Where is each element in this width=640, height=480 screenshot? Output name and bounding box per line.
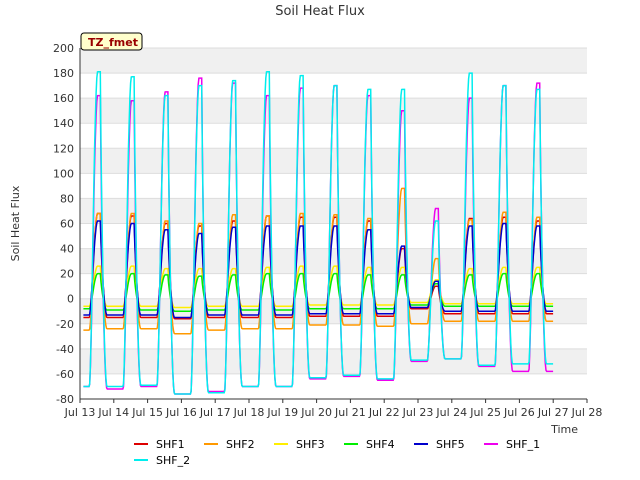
x-tick-label: Jul 24 xyxy=(435,406,467,419)
legend-label: SHF3 xyxy=(296,438,325,451)
y-tick-label: 60 xyxy=(60,218,74,231)
x-tick-label: Jul 19 xyxy=(266,406,298,419)
x-tick-label: Jul 23 xyxy=(402,406,434,419)
y-axis-ticks: -80 -60 -40 -20 0 20 40 60 80 100 120 140 160 180 200 xyxy=(53,42,74,406)
x-tick-label: Jul 14 xyxy=(97,406,129,419)
grid-band xyxy=(80,48,587,74)
x-tick-label: Jul 17 xyxy=(199,406,231,419)
y-tick-label: -80 xyxy=(56,393,74,406)
legend-label: SHF4 xyxy=(366,438,395,451)
x-tick-label: Jul 21 xyxy=(334,406,366,419)
site-badge-label: TZ_fmet xyxy=(88,36,138,49)
x-tick-label: Jul 25 xyxy=(469,406,501,419)
y-tick-label: -60 xyxy=(56,368,74,381)
legend-label: SHF_2 xyxy=(156,454,190,467)
legend-label: SHF5 xyxy=(436,438,465,451)
legend-item: SHF5 xyxy=(414,438,465,451)
y-tick-label: 200 xyxy=(53,42,74,55)
legend-label: SHF2 xyxy=(226,438,255,451)
x-tick-label: Jul 22 xyxy=(368,406,400,419)
legend: SHF1 SHF2 SHF3 SHF4 SHF5 SHF_1 SHF_2 xyxy=(134,438,540,467)
x-axis-label: Time xyxy=(550,423,578,436)
legend-label: SHF1 xyxy=(156,438,185,451)
x-tick-label: Jul 13 xyxy=(64,406,96,419)
y-tick-label: 120 xyxy=(53,142,74,155)
y-axis-label: Soil Heat Flux xyxy=(9,185,22,261)
x-tick-label: Jul 20 xyxy=(300,406,332,419)
x-tick-label: Jul 28 xyxy=(571,406,603,419)
grid-band xyxy=(80,248,587,274)
site-badge: TZ_fmet xyxy=(80,32,143,51)
y-tick-label: 160 xyxy=(53,92,74,105)
x-tick-label: Jul 16 xyxy=(165,406,197,419)
y-tick-label: 20 xyxy=(60,268,74,281)
x-axis-ticks: Jul 13 Jul 14 Jul 15 Jul 16 Jul 17 Jul 18 Jul … xyxy=(64,399,603,419)
legend-item: SHF_1 xyxy=(484,438,540,451)
y-tick-label: 40 xyxy=(60,243,74,256)
legend-item: SHF1 xyxy=(134,438,185,451)
legend-item: SHF3 xyxy=(274,438,325,451)
x-tick-label: Jul 27 xyxy=(537,406,569,419)
y-tick-label: -20 xyxy=(56,318,74,331)
y-tick-label: 0 xyxy=(67,293,74,306)
legend-item: SHF4 xyxy=(344,438,395,451)
grid-band xyxy=(80,148,587,174)
y-tick-label: 80 xyxy=(60,192,74,205)
y-tick-label: 140 xyxy=(53,117,74,130)
x-tick-label: Jul 18 xyxy=(233,406,265,419)
legend-item: SHF_2 xyxy=(134,454,190,467)
legend-label: SHF_1 xyxy=(506,438,540,451)
y-tick-label: -40 xyxy=(56,343,74,356)
x-tick-label: Jul 15 xyxy=(131,406,163,419)
x-tick-label: Jul 26 xyxy=(503,406,535,419)
chart-title: Soil Heat Flux xyxy=(275,4,365,19)
y-tick-label: 180 xyxy=(53,67,74,80)
soil-heat-flux-chart: -80-60-40-20020406080100120140160180200 … xyxy=(9,4,603,467)
legend-item: SHF2 xyxy=(204,438,255,451)
y-tick-label: 100 xyxy=(53,167,74,180)
